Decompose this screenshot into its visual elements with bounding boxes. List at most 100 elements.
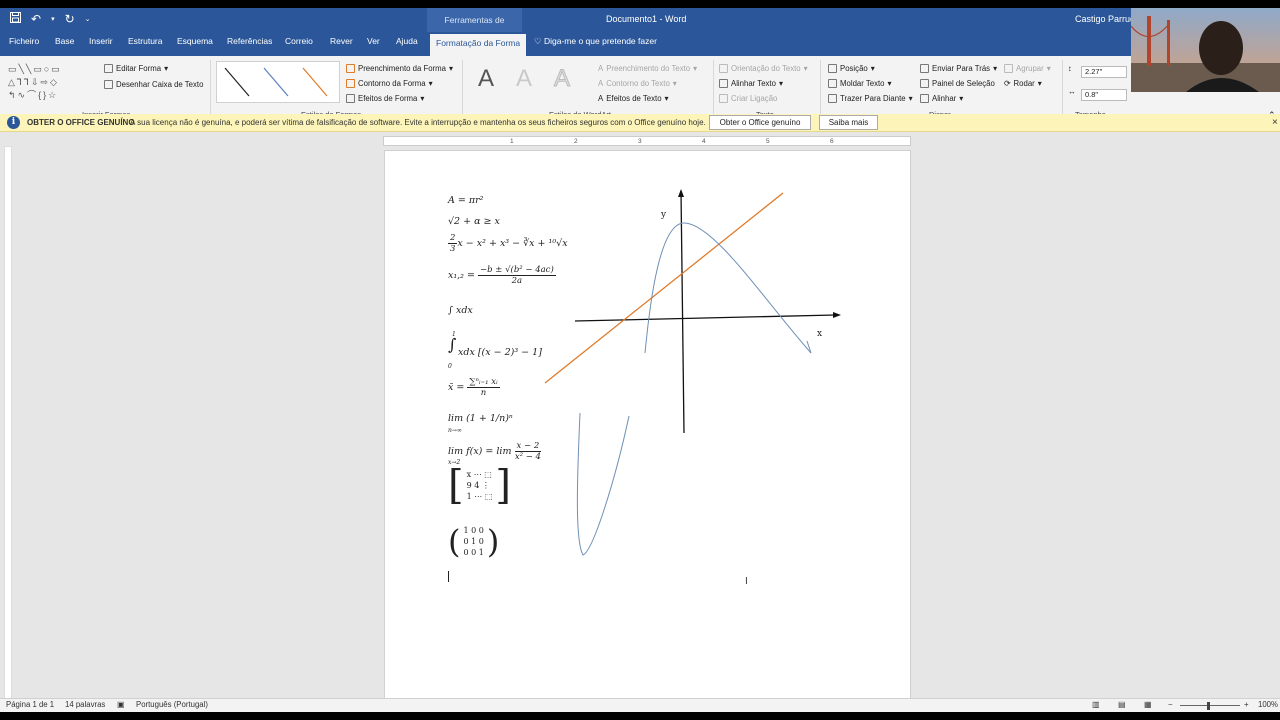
text-effects-button[interactable]: A Efeitos de Texto ▾ [598, 94, 668, 103]
equation-limit-e[interactable]: lim (1 + 1/n)ⁿ n→∞ [448, 413, 513, 434]
shape-fill-button[interactable]: Preenchimento da Forma ▾ [346, 64, 453, 73]
zoom-level[interactable]: 100% [1258, 700, 1278, 709]
zoom-in-icon[interactable]: + [1244, 700, 1249, 709]
effects-icon [346, 94, 355, 103]
shape-height-input[interactable]: 2.27" [1081, 66, 1127, 78]
proofing-icon[interactable]: ▣ [117, 700, 124, 709]
lower-curve[interactable] [576, 412, 630, 556]
edit-shape-button[interactable]: Editar Forma ▾ [104, 64, 168, 73]
group-icon [1004, 64, 1013, 73]
tab-file[interactable]: Ficheiro [9, 32, 39, 56]
equation-limit-fx[interactable]: lim f(x) = lim x − 2 x² − 4 x→2 [448, 441, 542, 466]
text-outline-button[interactable]: A Contorno do Texto ▾ [598, 79, 677, 88]
rotate-button[interactable]: ⟳ Rodar ▾ [1004, 79, 1042, 88]
zoom-slider[interactable] [1180, 705, 1240, 706]
horizontal-ruler[interactable]: 1 2 3 4 5 6 [383, 136, 911, 146]
fraction-numerator: 2 [448, 233, 458, 244]
redo-icon[interactable]: ↻ [65, 12, 75, 26]
selection-pane-button[interactable]: Painel de Seleção [920, 79, 995, 88]
edit-shape-icon [104, 64, 113, 73]
shape-styles-gallery[interactable] [216, 61, 340, 103]
tab-insert[interactable]: Inserir [89, 32, 113, 56]
zoom-slider-thumb[interactable] [1207, 702, 1210, 710]
close-icon[interactable]: × [1272, 117, 1278, 128]
tab-home[interactable]: Base [55, 32, 74, 56]
position-button[interactable]: Posição ▾ [828, 64, 875, 73]
shape-outline-button[interactable]: Contorno da Forma ▾ [346, 79, 433, 88]
language[interactable]: Português (Portugal) [136, 700, 208, 709]
license-message-bar: i OBTER O OFFICE GENUÍNO A sua licença n… [0, 114, 1280, 132]
send-backward-button[interactable]: Enviar Para Trás ▾ [920, 64, 997, 73]
get-genuine-office-button[interactable]: Obter o Office genuíno [709, 115, 811, 130]
equation-integral[interactable]: ∫ xdx [448, 305, 473, 316]
fraction: ∑ⁿᵢ₌₁ xᵢ n [467, 377, 500, 398]
identity-matrix[interactable]: ( 1 0 0 0 1 0 0 0 1 ) [448, 525, 499, 558]
customize-qat-icon[interactable]: ⌄ [85, 15, 91, 23]
separator [713, 60, 714, 118]
parabola-curve[interactable] [644, 222, 812, 354]
orange-line[interactable] [544, 192, 784, 384]
ruler-tick: 6 [830, 138, 834, 145]
ruler-tick: 2 [574, 138, 578, 145]
graph-drawing[interactable]: y x [535, 181, 855, 561]
align-text-button[interactable]: Alinhar Texto ▾ [719, 79, 783, 88]
tab-layout[interactable]: Esquema [177, 32, 213, 56]
matrix-bracket[interactable]: [ x ⋯ ⬚ 9 4 ⋮ 1 ⋯ ⬚ ] [448, 466, 511, 506]
shapes-gallery[interactable]: ▭╲╲▭○▭ △⅂⅂⇩⇨◇ ↰∿⌒{}☆ [8, 63, 98, 105]
tab-references[interactable]: Referências [227, 32, 272, 56]
text-fill-button[interactable]: A Preenchimento do Texto ▾ [598, 64, 697, 73]
word-count[interactable]: 14 palavras [65, 700, 105, 709]
undo-dropdown-icon[interactable]: ▾ [51, 15, 55, 23]
tab-shape-format[interactable]: Formatação da Forma [430, 34, 527, 56]
bring-forward-button[interactable]: Trazer Para Diante ▾ [828, 94, 913, 103]
fraction: 23 [448, 233, 458, 254]
paint-bucket-icon [346, 64, 355, 73]
wordart-style-2[interactable]: A [516, 65, 532, 93]
matrix-body: 1 0 0 0 1 0 0 0 1 [464, 525, 484, 558]
ibeam-cursor-icon: I [745, 576, 748, 587]
learn-more-button[interactable]: Saiba mais [819, 115, 878, 130]
align-button[interactable]: Alinhar ▾ [920, 94, 963, 103]
title-bar: ↶ ▾ ↻ ⌄ Ferramentas de Desenho Documento… [0, 8, 1280, 49]
wordart-style-1[interactable]: A [478, 65, 494, 93]
vertical-ruler[interactable] [4, 146, 12, 702]
integral-sign: ∫ [448, 335, 457, 354]
tab-mailings[interactable]: Correio [285, 32, 313, 56]
separator [1062, 60, 1063, 118]
tab-help[interactable]: Ajuda [396, 32, 418, 56]
matrix-row: 0 1 0 [463, 537, 484, 546]
equation-circle-area[interactable]: A = πr² [448, 195, 483, 206]
print-layout-icon[interactable]: ▤ [1118, 700, 1125, 709]
save-icon[interactable] [10, 12, 21, 26]
read-mode-icon[interactable]: ▥ [1092, 700, 1099, 709]
text-direction-button[interactable]: Orientação do Texto ▾ [719, 64, 808, 73]
wrap-text-button[interactable]: Moldar Texto ▾ [828, 79, 891, 88]
web-layout-icon[interactable]: ▦ [1144, 700, 1151, 709]
group-button[interactable]: Agrupar ▾ [1004, 64, 1051, 73]
draw-textbox-button[interactable]: Desenhar Caixa de Texto [104, 80, 203, 89]
page-count[interactable]: Página 1 de 1 [6, 700, 54, 709]
position-label: Posição [840, 64, 868, 73]
document-page[interactable]: A = πr² √2 + α ≥ x 23x − x² + x³ − ∛x + … [384, 150, 911, 705]
bring-forward-label: Trazer Para Diante [840, 94, 906, 103]
tab-design[interactable]: Estrutura [128, 32, 163, 56]
shape-effects-button[interactable]: Efeitos de Forma ▾ [346, 94, 424, 103]
equation-mean[interactable]: x̄ = ∑ⁿᵢ₌₁ xᵢ n [448, 377, 500, 398]
undo-icon[interactable]: ↶ [31, 12, 41, 26]
tell-me-search[interactable]: ♡ Diga-me o que pretende fazer [534, 36, 657, 47]
zoom-out-icon[interactable]: − [1168, 700, 1173, 709]
equation-sqrt[interactable]: √2 + α ≥ x [448, 216, 500, 227]
x-axis-arrow [833, 312, 841, 318]
group-label: Agrupar [1016, 64, 1044, 73]
wordart-style-3[interactable]: A [553, 65, 570, 93]
limit-expression: lim (1 + 1/n)ⁿ [448, 413, 513, 424]
tell-me-label: Diga-me o que pretende fazer [543, 36, 657, 46]
matrix-row: 1 ⋯ ⬚ [466, 492, 493, 501]
text-direction-icon [719, 64, 728, 73]
ruler-tick: 3 [638, 138, 642, 145]
matrix-row: x ⋯ ⬚ [466, 470, 492, 479]
tab-review[interactable]: Rever [330, 32, 353, 56]
create-link-button[interactable]: Criar Ligação [719, 94, 777, 103]
shape-width-input[interactable]: 0.8" [1081, 89, 1127, 101]
tab-view[interactable]: Ver [367, 32, 380, 56]
